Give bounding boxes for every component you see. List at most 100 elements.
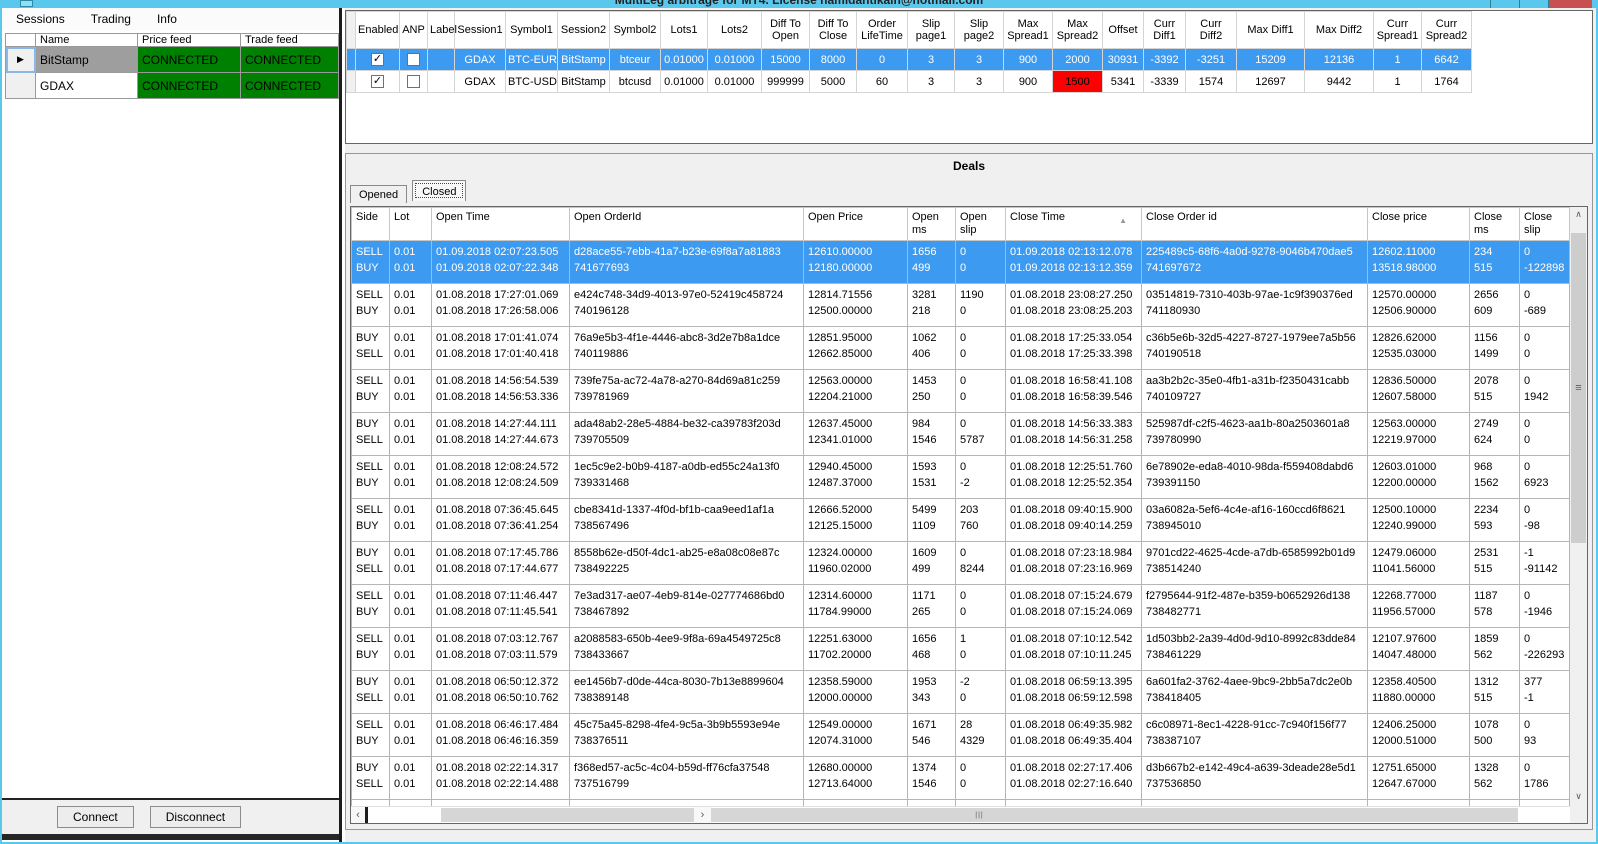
cell-close-price[interactable]: 12603.01000 12200.00000 <box>1367 455 1470 499</box>
cell-lot[interactable]: 0.01 0.01 <box>389 326 432 370</box>
cell-close-slip[interactable]: 0 93 <box>1519 713 1570 757</box>
tab-closed[interactable]: Closed <box>412 180 467 201</box>
cell-open-order-id[interactable]: cbe8341d-1337-4f0d-bf1b-caa9eed1af1a 7385… <box>569 498 804 542</box>
cell-close-slip[interactable]: -1 -91142 <box>1519 541 1570 585</box>
cell-close-price[interactable]: 12406.25000 12000.51000 <box>1367 713 1470 757</box>
cell-open-order-id[interactable]: a2088583-650b-4ee9-9f8a-69a4549725c8 7384… <box>569 627 804 671</box>
cell-open-ms[interactable]: 1593 1531 <box>907 455 956 499</box>
cell-side[interactable]: BUY SELL <box>351 326 390 370</box>
cell-open-time[interactable]: 01.08.2018 06:46:17.484 01.08.2018 06:46:… <box>431 713 570 757</box>
enabled-cell[interactable]: ✓ <box>355 70 400 93</box>
cell-open-time[interactable]: 01.08.2018 17:27:01.069 01.08.2018 17:26:… <box>431 283 570 327</box>
cell-slip-page2[interactable]: 3 <box>954 48 1004 71</box>
col-symbol2[interactable]: Symbol2 <box>609 11 661 49</box>
cell-open-slip[interactable]: 00 <box>955 326 1006 370</box>
scroll-up-icon[interactable]: ∧ <box>1570 207 1587 224</box>
cell-max-spread1[interactable]: 900 <box>1003 48 1053 71</box>
cell-open-time[interactable]: 01.08.2018 07:03:12.767 01.08.2018 07:03:… <box>431 627 570 671</box>
cell-close-ms[interactable]: 1156 1499 <box>1469 326 1520 370</box>
cell-slip-page2[interactable]: 3 <box>954 70 1004 93</box>
vertical-scrollbar-thumb[interactable]: ≡ <box>1571 233 1586 543</box>
col-session1[interactable]: Session1 <box>454 11 506 49</box>
session-row[interactable]: ▶ BitStamp CONNECTED CONNECTED <box>5 46 339 73</box>
cell-close-price[interactable]: 12826.62000 12535.03000 <box>1367 326 1470 370</box>
vertical-scrollbar[interactable]: ∧ ≡ ∨ <box>1570 207 1587 806</box>
cell-session2[interactable]: BitStamp <box>557 48 610 71</box>
cell-close-slip[interactable]: 0 1942 <box>1519 369 1570 413</box>
cell-symbol2[interactable]: btceur <box>609 48 661 71</box>
cell-max-diff1[interactable]: 12697 <box>1236 70 1305 93</box>
cell-open-slip[interactable]: 0 8244 <box>955 541 1006 585</box>
cell-open-slip[interactable]: 00 <box>955 240 1006 284</box>
label-cell[interactable] <box>427 48 455 71</box>
deal-row[interactable]: BUY SELL 0.01 0.01 01.08.2018 07:17:45.786 01… <box>351 541 1570 585</box>
cell-lot[interactable]: 0.01 0.01 <box>389 412 432 456</box>
cell-close-order-id[interactable]: c36b5e6b-32d5-4227-8727-1979ee7a5b56 7401… <box>1141 326 1368 370</box>
cell-open-slip[interactable]: 28 4329 <box>955 713 1006 757</box>
cell-diff-to-close[interactable]: 5000 <box>809 70 857 93</box>
cell-side[interactable]: SELL BUY <box>351 240 390 284</box>
pair-row[interactable]: ✓ GDAX BTC-USD BitStamp btcusd 0.01000 0.01000… <box>346 70 1472 93</box>
col-diff-to-open[interactable]: Diff To Open <box>761 11 810 49</box>
cell-side[interactable]: SELL BUY <box>351 584 390 628</box>
deal-row[interactable]: SELL BUY 0.01 0.01 01.08.2018 14:56:54.539 01… <box>351 369 1570 413</box>
cell-close-slip[interactable]: 377 -1 <box>1519 670 1570 714</box>
cell-open-time[interactable]: 01.08.2018 12:08:24.572 01.08.2018 12:08:… <box>431 455 570 499</box>
cell-side[interactable]: SELL BUY <box>351 627 390 671</box>
deal-row[interactable]: SELL BUY 0.01 0.01 01.08.2018 07:11:46.447 01… <box>351 584 1570 628</box>
col-curr-spread2[interactable]: Curr Spread2 <box>1421 11 1472 49</box>
cell-open-price[interactable]: 12314.60000 11784.99000 <box>803 584 908 628</box>
scroll-right-icon[interactable]: › <box>694 807 711 823</box>
cell-close-slip[interactable]: 0 -122898 <box>1519 240 1570 284</box>
cell-open-slip[interactable]: 1190 0 <box>955 283 1006 327</box>
col-open-ms[interactable]: Open ms <box>907 207 956 241</box>
cell-close-ms[interactable]: 968 1562 <box>1469 455 1520 499</box>
cell-open-price[interactable]: 12851.95000 12662.85000 <box>803 326 908 370</box>
cell-open-order-id[interactable]: 739fe75a-ac72-4a78-a270-84d69a81c259 7397… <box>569 369 804 413</box>
cell-open-price[interactable]: 12940.45000 12487.37000 <box>803 455 908 499</box>
cell-open-time[interactable]: 01.08.2018 07:36:45.645 01.08.2018 07:36:… <box>431 498 570 542</box>
cell-close-ms[interactable]: 2078 515 <box>1469 369 1520 413</box>
cell-lots2[interactable]: 0.01000 <box>707 48 762 71</box>
cell-close-order-id[interactable]: 03514819-7310-403b-97ae-1c9f390376ed 7411… <box>1141 283 1368 327</box>
cell-order-lifetime[interactable]: 0 <box>856 48 908 71</box>
menu-info[interactable]: Info <box>157 12 177 26</box>
cell-open-time[interactable]: 01.08.2018 07:17:45.786 01.08.2018 07:17:… <box>431 541 570 585</box>
cell-close-time[interactable]: 01.08.2018 07:10:12.542 01.08.2018 07:10:… <box>1005 627 1142 671</box>
anp-checkbox[interactable] <box>407 75 420 88</box>
cell-close-price[interactable]: 12500.10000 12240.99000 <box>1367 498 1470 542</box>
col-slip-page1[interactable]: Slip page1 <box>907 11 955 49</box>
maximize-button[interactable] <box>1519 0 1547 8</box>
cell-lot[interactable]: 0.01 0.01 <box>389 283 432 327</box>
cell-close-slip[interactable]: 0 6923 <box>1519 455 1570 499</box>
cell-side[interactable]: SELL BUY <box>351 498 390 542</box>
pair-row[interactable]: ✓ GDAX BTC-EUR BitStamp btceur 0.01000 0.01000… <box>346 48 1472 71</box>
col-open-orderid[interactable]: Open OrderId <box>569 207 804 241</box>
col-curr-diff1[interactable]: Curr Diff1 <box>1143 11 1186 49</box>
cell-lot[interactable]: 0.01 0.01 <box>389 498 432 542</box>
col-max-spread2[interactable]: Max Spread2 <box>1052 11 1103 49</box>
cell-close-time[interactable]: 01.08.2018 16:58:41.108 01.08.2018 16:58:… <box>1005 369 1142 413</box>
menu-trading[interactable]: Trading <box>91 12 131 26</box>
cell-close-price[interactable]: 12107.97600 14047.48000 <box>1367 627 1470 671</box>
session-name[interactable]: BitStamp <box>35 46 138 73</box>
cell-lots1[interactable]: 0.01000 <box>660 48 708 71</box>
cell-close-price[interactable]: 12602.11000 13518.98000 <box>1367 240 1470 284</box>
col-max-spread1[interactable]: Max Spread1 <box>1003 11 1053 49</box>
cell-close-time[interactable]: 01.08.2018 07:23:18.984 01.08.2018 07:23:… <box>1005 541 1142 585</box>
col-close-price[interactable]: Close price <box>1367 207 1470 241</box>
cell-offset[interactable]: 30931 <box>1102 48 1144 71</box>
cell-close-order-id[interactable]: 6e78902e-eda8-4010-98da-f559408dabd6 7393… <box>1141 455 1368 499</box>
cell-open-ms[interactable]: 1609 499 <box>907 541 956 585</box>
cell-curr-spread1[interactable]: 1 <box>1373 70 1422 93</box>
cell-open-ms[interactable]: 5499 1109 <box>907 498 956 542</box>
col-enabled[interactable]: Enabled <box>355 11 400 49</box>
cell-open-ms[interactable]: 3281 218 <box>907 283 956 327</box>
cell-open-price[interactable]: 12610.00000 12180.00000 <box>803 240 908 284</box>
cell-close-ms[interactable]: 1078 500 <box>1469 713 1520 757</box>
deal-row[interactable]: BUY SELL 0.01 0.01 01.08.2018 17:01:41.074 01… <box>351 326 1570 370</box>
close-button[interactable] <box>1548 0 1592 8</box>
cell-close-order-id[interactable]: 9701cd22-4625-4cde-a7db-6585992b01d9 7385… <box>1141 541 1368 585</box>
cell-close-price[interactable]: 12479.06000 11041.56000 <box>1367 541 1470 585</box>
cell-side[interactable]: BUY SELL <box>351 541 390 585</box>
